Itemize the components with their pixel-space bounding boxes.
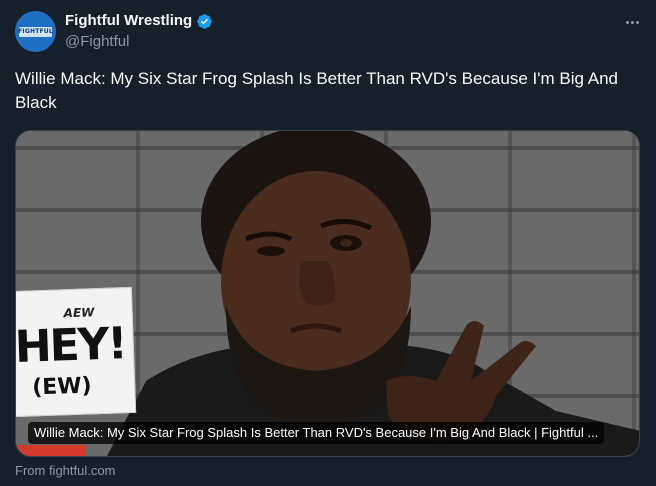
more-options-icon[interactable] [623,13,641,31]
link-card[interactable]: AEW HEY! (EW) Willie Mack: My Six Star F… [15,130,640,457]
verified-badge-icon[interactable] [196,13,213,30]
display-name[interactable]: Fightful Wrestling [65,12,192,30]
sign-sub-text: (EW) [31,373,93,401]
card-source-link[interactable]: From fightful.com [15,463,115,479]
card-caption[interactable]: Willie Mack: My Six Star Frog Splash Is … [28,422,605,444]
avatar-logo-text: FIGHTFUL [18,28,53,35]
sign-main-text: HEY! [15,318,127,374]
avatar-logo: FIGHTFUL [18,26,53,37]
tweet-text: Willie Mack: My Six Star Frog Splash Is … [15,69,618,112]
avatar[interactable]: FIGHTFUL [15,11,56,52]
sign-brand: AEW [63,305,95,321]
more-dot [635,20,639,24]
name-row: Fightful Wrestling [65,12,213,30]
more-dot [625,20,629,24]
account-handle[interactable]: @Fightful [65,33,129,51]
tweet-header: FIGHTFUL Fightful Wrestling @Fightful [15,11,641,53]
more-dot [630,20,634,24]
on-air-sign [16,445,86,456]
aew-sign: AEW HEY! (EW) [15,286,137,418]
